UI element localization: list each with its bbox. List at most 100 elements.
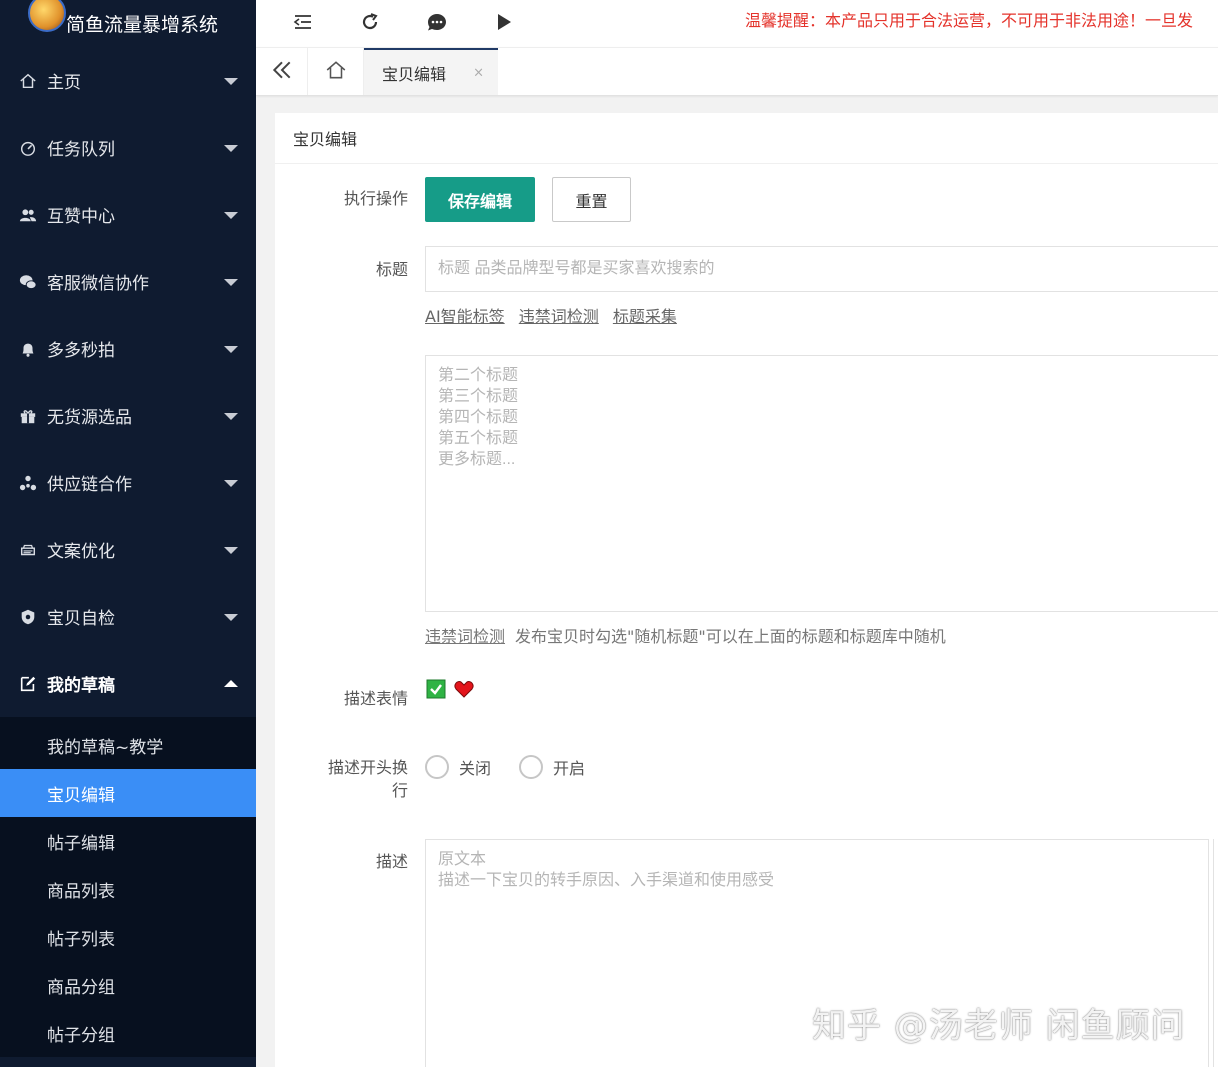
sidebar-item-task-queue[interactable]: 任务队列 bbox=[0, 114, 256, 181]
shield-icon bbox=[18, 607, 38, 627]
top-header: 温馨提醒：本产品只用于合法运营，不可用于非法用途！一旦发 bbox=[256, 0, 1218, 47]
chevron-down-icon bbox=[224, 613, 238, 621]
radio-off-label: 关闭 bbox=[459, 759, 492, 778]
edit-icon bbox=[18, 674, 38, 694]
tab-home[interactable] bbox=[308, 48, 364, 95]
submenu-item-post-group[interactable]: 帖子分组 bbox=[0, 1009, 256, 1057]
sidebar-item-label: 任务队列 bbox=[47, 140, 115, 160]
logo-icon bbox=[28, 0, 66, 32]
sidebar-item-sourcing[interactable]: 无货源选品 bbox=[0, 382, 256, 449]
banned-word-check-link[interactable]: 违禁词检测 bbox=[519, 307, 599, 326]
message-button[interactable] bbox=[403, 6, 470, 41]
emoji-picker bbox=[426, 679, 474, 699]
chevron-down-icon bbox=[224, 211, 238, 219]
close-icon[interactable]: × bbox=[473, 65, 484, 80]
line-break-label-line1: 描述开头换 bbox=[327, 758, 408, 777]
line-break-label: 描述开头换 行 bbox=[328, 756, 408, 802]
item-edit-card: 宝贝编辑 执行操作 保存编辑 重置 标题 AI智能标签 违禁词检测 标题采集 违… bbox=[275, 113, 1218, 1067]
card-title: 宝贝编辑 bbox=[275, 113, 1218, 164]
line-break-label-line2: 行 bbox=[391, 781, 408, 800]
sidebar-item-label: 无货源选品 bbox=[47, 408, 132, 428]
description-side-panel bbox=[1213, 839, 1218, 1067]
chevron-down-icon bbox=[224, 77, 238, 85]
collapse-sidebar-button[interactable] bbox=[269, 6, 336, 41]
sidebar-item-home[interactable]: 主页 bbox=[0, 47, 256, 114]
banned-word-check-link-2[interactable]: 违禁词检测 bbox=[425, 627, 505, 646]
submenu-item-item-edit[interactable]: 宝贝编辑 bbox=[0, 769, 256, 817]
submenu-item-post-edit[interactable]: 帖子编辑 bbox=[0, 817, 256, 865]
tab-label: 宝贝编辑 bbox=[382, 64, 447, 84]
sidebar-item-label: 宝贝自检 bbox=[47, 609, 115, 629]
sidebar-item-label: 互赞中心 bbox=[47, 207, 115, 227]
chat-bubble-icon bbox=[427, 12, 447, 36]
title-collect-link[interactable]: 标题采集 bbox=[613, 307, 677, 326]
printer-icon bbox=[18, 540, 38, 560]
tab-bar: 宝贝编辑 × bbox=[256, 47, 1218, 96]
hint-text: 发布宝贝时勾选"随机标题"可以在上面的标题和标题库中随机 bbox=[515, 627, 946, 646]
wechat-icon bbox=[18, 272, 38, 292]
bell-icon bbox=[18, 339, 38, 359]
check-mark-emoji-icon[interactable] bbox=[426, 679, 446, 699]
chevron-down-icon bbox=[224, 345, 238, 353]
sidebar-item-label: 客服微信协作 bbox=[47, 274, 149, 294]
sidebar-item-wechat-service[interactable]: 客服微信协作 bbox=[0, 248, 256, 315]
notice-banner: 温馨提醒：本产品只用于合法运营，不可用于非法用途！一旦发 bbox=[745, 11, 1194, 30]
red-heart-emoji-icon[interactable] bbox=[454, 679, 474, 699]
watermark: 知乎 @汤老师 闲鱼顾问 bbox=[812, 1006, 1186, 1046]
chevron-down-icon bbox=[224, 546, 238, 554]
radio-off[interactable]: 关闭 bbox=[425, 755, 491, 779]
home-icon bbox=[325, 59, 347, 85]
radio-circle[interactable] bbox=[425, 755, 449, 779]
sidebar: 简鱼流量暴增系统 主页 任务队列 互赞中心 客服微信协作 多多秒拍 无货源选品 … bbox=[0, 0, 256, 1067]
indent-icon bbox=[293, 12, 313, 36]
radio-circle[interactable] bbox=[519, 755, 544, 779]
play-button[interactable] bbox=[470, 6, 537, 41]
gift-icon bbox=[18, 406, 38, 426]
emoji-label: 描述表情 bbox=[343, 689, 408, 708]
sidebar-item-label: 文案优化 bbox=[47, 542, 115, 562]
more-titles-textarea[interactable] bbox=[425, 355, 1218, 612]
sidebar-item-like-center[interactable]: 互赞中心 bbox=[0, 181, 256, 248]
home-icon bbox=[18, 71, 38, 91]
title-tools: AI智能标签 违禁词检测 标题采集 bbox=[425, 303, 686, 327]
sidebar-item-supply-chain[interactable]: 供应链合作 bbox=[0, 449, 256, 516]
app-logo[interactable]: 简鱼流量暴增系统 bbox=[0, 0, 256, 47]
tab-item-edit[interactable]: 宝贝编辑 × bbox=[364, 48, 498, 95]
users-icon bbox=[18, 205, 38, 225]
sidebar-item-label: 主页 bbox=[47, 73, 81, 93]
sidebar-item-label: 供应链合作 bbox=[47, 475, 132, 495]
title-label: 标题 bbox=[375, 260, 408, 279]
sidebar-item-copywriting[interactable]: 文案优化 bbox=[0, 516, 256, 583]
sidebar-item-self-check[interactable]: 宝贝自检 bbox=[0, 583, 256, 650]
chevron-down-icon bbox=[224, 412, 238, 420]
drafts-submenu: 我的草稿~教学 宝贝编辑 帖子编辑 商品列表 帖子列表 商品分组 帖子分组 bbox=[0, 717, 256, 1057]
refresh-icon bbox=[360, 12, 380, 36]
gauge-icon bbox=[18, 138, 38, 158]
sidebar-item-label: 我的草稿 bbox=[47, 676, 115, 696]
chevron-down-icon bbox=[224, 278, 238, 286]
chevron-up-icon bbox=[224, 679, 238, 687]
tabs-scroll-left-button[interactable] bbox=[256, 48, 308, 95]
sidebar-item-label: 多多秒拍 bbox=[47, 341, 115, 361]
submenu-item-product-list[interactable]: 商品列表 bbox=[0, 865, 256, 913]
save-button[interactable]: 保存编辑 bbox=[425, 177, 535, 222]
app-title: 简鱼流量暴增系统 bbox=[66, 14, 219, 36]
ai-tag-link[interactable]: AI智能标签 bbox=[425, 307, 505, 326]
description-label: 描述 bbox=[375, 852, 408, 871]
chevron-down-icon bbox=[224, 479, 238, 487]
submenu-item-drafts-tutorial[interactable]: 我的草稿~教学 bbox=[0, 721, 256, 769]
submenu-item-post-list[interactable]: 帖子列表 bbox=[0, 913, 256, 961]
chevron-down-icon bbox=[224, 144, 238, 152]
network-icon bbox=[18, 473, 38, 493]
sidebar-item-my-drafts[interactable]: 我的草稿 bbox=[0, 650, 256, 717]
double-chevron-left-icon bbox=[271, 59, 293, 85]
sidebar-item-duoduo[interactable]: 多多秒拍 bbox=[0, 315, 256, 382]
title-input[interactable] bbox=[425, 246, 1218, 292]
line-break-radio-group: 关闭 开启 bbox=[425, 755, 613, 779]
radio-on-label: 开启 bbox=[553, 759, 586, 778]
action-label: 执行操作 bbox=[343, 189, 408, 208]
radio-on[interactable]: 开启 bbox=[519, 755, 585, 779]
reset-button[interactable]: 重置 bbox=[552, 177, 631, 222]
submenu-item-product-group[interactable]: 商品分组 bbox=[0, 961, 256, 1009]
refresh-button[interactable] bbox=[336, 6, 403, 41]
